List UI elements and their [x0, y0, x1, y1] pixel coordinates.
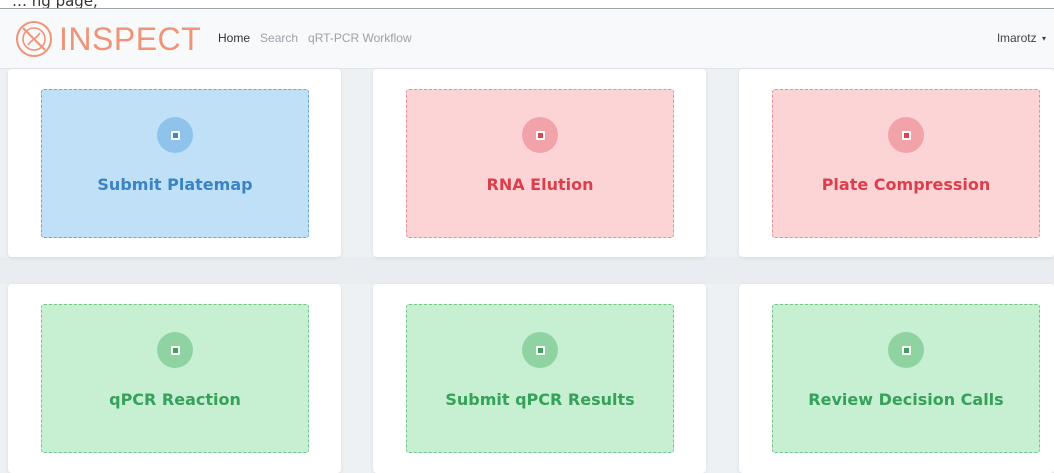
tile-review-decision-calls[interactable]: Review Decision Calls — [772, 304, 1040, 453]
nav-qrt-pcr-workflow[interactable]: qRT-PCR Workflow — [308, 31, 412, 45]
tile-label: Submit Platemap — [97, 175, 253, 194]
card-qpcr-reaction: qPCR Reaction — [8, 284, 341, 473]
brand-link[interactable]: INSPECT — [14, 19, 201, 59]
card-review-decision-calls: Review Decision Calls — [739, 284, 1054, 473]
card-rna-elution: RNA Elution — [373, 69, 706, 257]
row-separator — [0, 257, 1054, 284]
tile-label: qPCR Reaction — [109, 390, 241, 409]
card-submit-platemap: Submit Platemap — [8, 69, 341, 257]
plus-square-icon — [157, 332, 193, 368]
tile-label: RNA Elution — [486, 175, 594, 194]
user-menu[interactable]: lmarotz ▾ — [997, 31, 1046, 45]
nav-home[interactable]: Home — [218, 31, 250, 45]
caret-down-icon: ▾ — [1041, 34, 1046, 43]
inspect-logo-icon — [16, 21, 52, 57]
plus-square-icon — [522, 332, 558, 368]
tile-label: Plate Compression — [821, 175, 991, 194]
nav-search[interactable]: Search — [260, 31, 298, 45]
tile-rna-elution[interactable]: RNA Elution — [406, 89, 674, 238]
tile-label: Review Decision Calls — [808, 390, 1004, 409]
tile-qpcr-reaction[interactable]: qPCR Reaction — [41, 304, 309, 453]
plus-square-icon — [522, 117, 558, 153]
card-submit-qpcr-results: Submit qPCR Results — [373, 284, 706, 473]
card-plate-compression: Plate Compression — [739, 69, 1054, 257]
tile-plate-compression[interactable]: Plate Compression — [772, 89, 1040, 238]
workflow-grid: Submit Platemap RNA Elution Plate Compre… — [0, 69, 1054, 473]
plus-square-icon — [157, 117, 193, 153]
nav-links: Home Search qRT-PCR Workflow — [218, 31, 412, 45]
plus-square-icon — [888, 117, 924, 153]
brand-name: INSPECT — [59, 21, 202, 57]
top-navbar: INSPECT Home Search qRT-PCR Workflow lma… — [0, 9, 1054, 69]
tile-submit-qpcr-results[interactable]: Submit qPCR Results — [406, 304, 674, 453]
user-name: lmarotz — [997, 31, 1037, 45]
plus-square-icon — [888, 332, 924, 368]
tile-submit-platemap[interactable]: Submit Platemap — [41, 89, 309, 238]
page-caption-strip: … ng page, — [0, 0, 1054, 9]
tile-label: Submit qPCR Results — [445, 390, 635, 409]
